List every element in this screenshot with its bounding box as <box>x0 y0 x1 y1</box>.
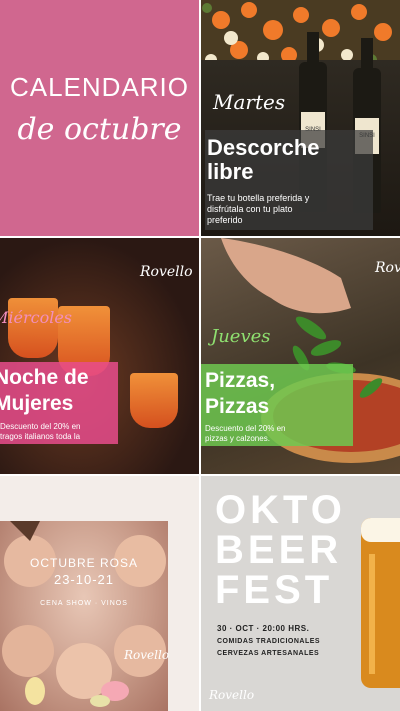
flowers-decoration <box>25 677 129 707</box>
event-description: Trae tu botella preferida y disfrútala c… <box>207 193 310 225</box>
event-description: Descuento del 20% en pizzas y calzones. <box>201 422 353 446</box>
event-date: 23-10-21 <box>53 572 115 587</box>
beer-glass-image <box>361 518 400 688</box>
rovello-logo: Rovello <box>375 260 400 276</box>
day-label: Martes <box>213 90 286 114</box>
calendar-title: CALENDARIO <box>9 72 190 102</box>
event-title: Noche de Mujeres <box>0 366 89 415</box>
event-description: Descuento del 20% en tragos italianos to… <box>0 420 118 444</box>
day-label: Jueves <box>211 326 271 347</box>
rovello-logo: Rovello <box>209 688 255 702</box>
event-info: COMIDAS TRADICIONALES <box>217 638 321 645</box>
rovello-logo: Rovello <box>124 648 170 662</box>
octubre-rosa-tile[interactable]: OCTUBRE ROSA 23-10-21 CENA SHOW · VINOS … <box>0 476 199 711</box>
event-title: Pizzas, Pizzas <box>205 369 276 418</box>
rovello-logo: Rovello <box>140 264 193 280</box>
event-title: OKTO BEER FEST <box>215 488 346 612</box>
oktoberfest-tile[interactable]: OKTO BEER FEST 30 · OCT · 20:00 HRS. COM… <box>201 476 400 711</box>
event-subtitle: CENA SHOW · VINOS <box>40 600 128 607</box>
drink-glass <box>8 298 58 358</box>
event-title: OCTUBRE ROSA <box>29 556 138 570</box>
post-grid: CALENDARIO de octubre SINSI <box>0 0 400 711</box>
pizzas-tile[interactable]: Jueves Rovello Pizzas, Pizzas Descuento … <box>201 238 400 474</box>
noche-mujeres-tile[interactable]: Miércoles Rovello Noche de Mujeres Descu… <box>0 238 199 474</box>
descorche-tile[interactable]: SINSI SINSI Martes Descorche libre Trae … <box>201 0 400 236</box>
calendar-subtitle: de octubre <box>17 112 182 147</box>
event-date: 30 · OCT · 20:00 HRS. <box>217 624 310 633</box>
event-title: Descorche libre <box>207 135 320 184</box>
drink-glass <box>130 373 178 428</box>
event-info: CERVEZAS ARTESANALES <box>217 650 320 657</box>
calendar-tile[interactable]: CALENDARIO de octubre <box>0 0 199 236</box>
day-label: Miércoles <box>0 308 73 327</box>
